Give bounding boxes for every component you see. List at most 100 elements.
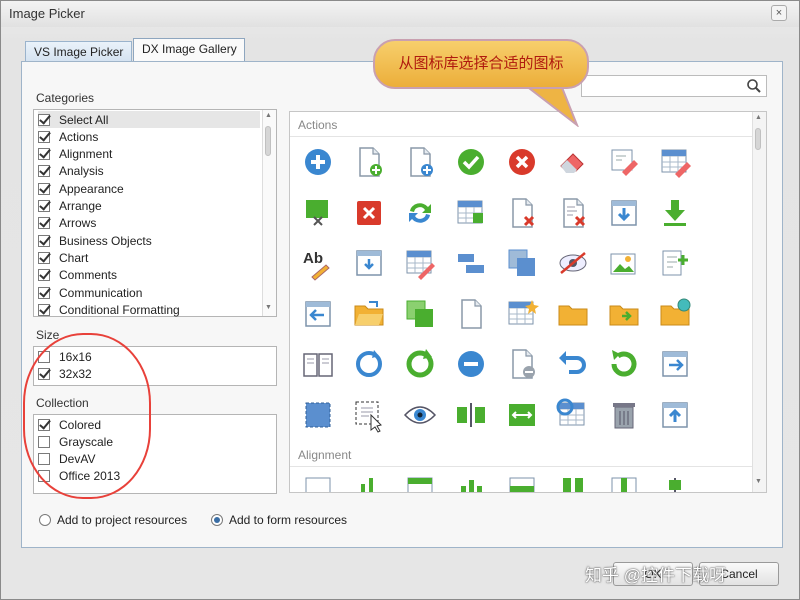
radio-add-to-project[interactable]: Add to project resources [39,513,187,527]
alignment-icon[interactable] [504,474,540,492]
copy-windows-icon[interactable] [504,245,540,281]
categories-item[interactable]: Arrange [38,198,102,215]
categories-item[interactable]: Chart [38,249,88,266]
delete-document-icon[interactable] [504,195,540,231]
redo-green-icon[interactable] [402,346,438,382]
hide-icon[interactable] [555,245,591,281]
list-add-icon[interactable] [657,245,693,281]
reset-icon[interactable] [351,346,387,382]
checkbox[interactable] [38,286,50,299]
view-eye-icon[interactable] [402,397,438,433]
radio-add-to-form[interactable]: Add to form resources [211,513,347,527]
forward-window-icon[interactable] [657,346,693,382]
close-button[interactable]: × [771,5,787,21]
new-document-alt-icon[interactable] [402,144,438,180]
checkbox[interactable] [38,182,50,195]
radio-button[interactable] [39,514,51,526]
checkbox[interactable] [38,130,50,143]
selection-cursor-icon[interactable] [351,397,387,433]
download-arrow-icon[interactable] [657,195,693,231]
gallery-scrollbar[interactable]: ▲ ▼ [752,112,766,492]
undo-icon[interactable] [555,346,591,382]
categories-item[interactable]: Actions [38,128,98,145]
search-icon[interactable] [746,78,762,94]
remove-document-icon[interactable] [504,346,540,382]
bars-icon[interactable] [453,245,489,281]
categories-item[interactable]: Business Objects [38,232,152,249]
checkbox[interactable] [38,234,50,247]
cancel-circle-icon[interactable] [504,144,540,180]
radio-button[interactable] [211,514,223,526]
edit-icon[interactable] [606,144,642,180]
trash-icon[interactable] [606,397,642,433]
alignment-icon[interactable] [453,474,489,492]
book-icon[interactable] [300,346,336,382]
checkbox[interactable] [38,148,50,161]
categories-scroll-thumb[interactable] [265,126,271,156]
checkbox[interactable] [38,113,50,126]
open-folder-icon[interactable] [351,296,387,332]
alignment-icon[interactable] [300,474,336,492]
checkbox[interactable] [38,269,50,282]
scroll-down-icon[interactable]: ▼ [265,304,272,311]
upload-window-icon[interactable] [657,397,693,433]
spelling-icon[interactable]: Ab [300,245,336,281]
categories-item[interactable]: Communication [38,284,142,301]
minus-circle-icon[interactable] [453,346,489,382]
eraser-icon[interactable] [555,144,591,180]
refresh-icon[interactable] [402,195,438,231]
table-sheet-icon[interactable] [453,195,489,231]
resize-icon[interactable] [504,397,540,433]
rotate-green-icon[interactable] [606,346,642,382]
alignment-icon[interactable] [606,474,642,492]
table-refresh-icon[interactable] [555,397,591,433]
alignment-icon[interactable] [657,474,693,492]
categories-item[interactable]: Analysis [38,163,104,180]
table-edit-icon[interactable] [657,144,693,180]
split-icon[interactable] [453,397,489,433]
back-window-icon[interactable] [300,296,336,332]
delete-red-icon[interactable] [351,195,387,231]
new-document-icon[interactable] [351,144,387,180]
blank-document-icon[interactable] [453,296,489,332]
folder-globe-icon[interactable] [657,296,693,332]
categories-list[interactable]: ▲ ▼ Select All Actions Alignment Analysis Ap… [33,109,277,317]
scroll-up-icon[interactable]: ▲ [265,112,272,119]
move-green-icon[interactable] [300,195,336,231]
alignment-icon[interactable] [351,474,387,492]
add-circle-icon[interactable] [300,144,336,180]
categories-item[interactable]: Comments [38,267,117,284]
folder-arrow-icon[interactable] [606,296,642,332]
scroll-down-icon[interactable]: ▼ [755,478,762,485]
image-gallery[interactable]: Actions Alignment Ab ▲ ▼ [289,111,767,493]
gallery-scroll-thumb[interactable] [755,128,761,150]
alignment-icon[interactable] [402,474,438,492]
delete-list-icon[interactable] [555,195,591,231]
table-pencil-icon[interactable] [402,245,438,281]
categories-item[interactable]: Alignment [38,146,112,163]
categories-item[interactable]: Select All [38,111,260,128]
apply-check-icon[interactable] [453,144,489,180]
categories-item[interactable]: Arrows [38,215,96,232]
categories-item[interactable]: Conditional Formatting [38,301,180,318]
window-arrow-icon[interactable] [351,245,387,281]
checkbox[interactable] [38,303,50,316]
tab-dx-image-gallery[interactable]: DX Image Gallery [133,38,245,62]
select-icon[interactable] [300,397,336,433]
copy-green-icon[interactable] [402,296,438,332]
folder-icon[interactable] [555,296,591,332]
categories-scrollbar[interactable]: ▲ ▼ [262,110,276,316]
alignment-icon[interactable] [555,474,591,492]
tab-vs-image-picker[interactable]: VS Image Picker [25,41,132,61]
checkbox[interactable] [38,165,50,178]
checkbox[interactable] [38,217,50,230]
title-bar[interactable]: Image Picker × [1,1,799,27]
checkbox[interactable] [38,251,50,264]
search-box[interactable] [581,75,767,97]
categories-item[interactable]: Appearance [38,180,124,197]
picture-icon[interactable] [606,245,642,281]
download-window-icon[interactable] [606,195,642,231]
scroll-up-icon[interactable]: ▲ [755,114,762,121]
checkbox[interactable] [38,200,50,212]
table-star-icon[interactable] [504,296,540,332]
